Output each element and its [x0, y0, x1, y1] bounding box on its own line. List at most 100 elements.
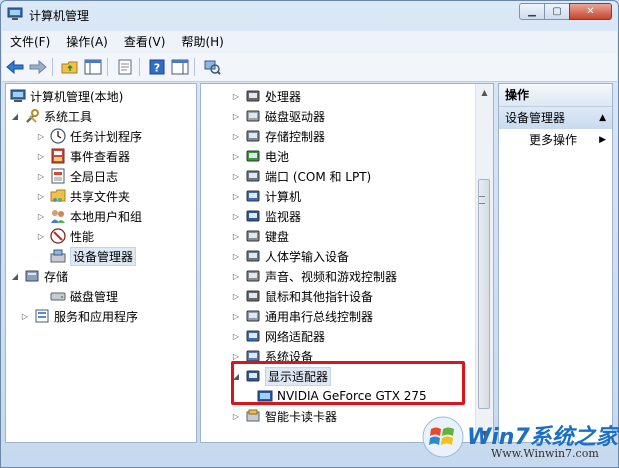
monitor-icon	[246, 210, 260, 222]
expand-triangle-icon[interactable]: ▷	[231, 151, 241, 161]
tree-item-disk-management[interactable]: 磁盘管理	[50, 286, 118, 306]
computer-icon	[246, 190, 260, 202]
device-category-label: 电池	[265, 149, 290, 164]
action-device-manager[interactable]: 设备管理器 ▲	[499, 107, 612, 129]
properties-button[interactable]	[115, 57, 135, 77]
menu-view[interactable]: 查看(V)	[116, 31, 174, 53]
expand-triangle-icon[interactable]: ▷	[231, 331, 241, 341]
expand-triangle-icon[interactable]: ▷	[231, 171, 241, 181]
windows-logo-icon	[422, 416, 464, 458]
device-category-item[interactable]: ▷ 系统设备	[231, 346, 313, 366]
back-button[interactable]	[5, 57, 25, 77]
vertical-scrollbar[interactable]: ▲ ▼	[475, 84, 493, 442]
menu-file[interactable]: 文件(F)	[2, 31, 58, 53]
expand-triangle-icon[interactable]: ▷	[36, 231, 46, 241]
computer-management-icon	[7, 7, 23, 20]
expand-triangle-icon[interactable]: ▷	[36, 211, 46, 221]
device-category-item[interactable]: ▷ 智能卡读卡器	[231, 406, 337, 426]
collapse-triangle-icon[interactable]: ◢	[10, 271, 20, 281]
device-category-label: 系统设备	[265, 349, 314, 364]
device-category-item[interactable]: ▷ 通用串行总线控制器	[231, 306, 373, 326]
tree-item-local-users-groups[interactable]: ▷ 本地用户和组	[36, 206, 142, 226]
device-category-item[interactable]: ▷ 键盘	[231, 226, 289, 246]
tree-label: 计算机管理(本地)	[30, 89, 124, 104]
tree-item-system-tools[interactable]: ◢ 系统工具	[10, 106, 92, 126]
close-button[interactable]: ✕	[569, 3, 612, 20]
scan-hardware-icon	[204, 60, 221, 75]
expand-triangle-icon[interactable]: ▷	[231, 311, 241, 321]
device-category-item[interactable]: ▷ 计算机	[231, 186, 301, 206]
expand-triangle-icon[interactable]: ▷	[231, 91, 241, 101]
device-category-item[interactable]: ▷ 存储控制器	[231, 126, 325, 146]
collapse-triangle-icon[interactable]: ◢	[231, 371, 241, 381]
scroll-up-icon[interactable]: ▲	[476, 84, 493, 101]
collapse-up-icon[interactable]: ▲	[599, 107, 606, 129]
tree-item-shared-folders[interactable]: ▷ 共享文件夹	[36, 186, 130, 206]
device-category-item[interactable]: ▷ 网络适配器	[231, 326, 325, 346]
tree-item-task-scheduler[interactable]: ▷ 任务计划程序	[36, 126, 142, 146]
device-category-item[interactable]: ◢ 显示适配器	[231, 366, 332, 386]
expand-triangle-icon[interactable]: ▷	[231, 291, 241, 301]
device-category-label: 存储控制器	[265, 129, 326, 144]
collapse-triangle-icon[interactable]: ◢	[10, 111, 20, 121]
tree-item-performance[interactable]: ▷ 性能	[36, 226, 94, 246]
expand-triangle-icon[interactable]: ▷	[20, 311, 30, 321]
users-icon	[51, 210, 65, 223]
back-arrow-icon	[6, 60, 24, 74]
device-category-item[interactable]: ▷ 人体学输入设备	[231, 246, 349, 266]
usb-icon	[246, 310, 260, 322]
device-category-item[interactable]: ▷ 电池	[231, 146, 289, 166]
scrollbar-thumb[interactable]	[478, 179, 490, 409]
expand-triangle-icon[interactable]: ▷	[36, 131, 46, 141]
toolbar-separator	[52, 58, 53, 76]
expand-triangle-icon[interactable]: ▷	[231, 351, 241, 361]
show-console-tree-button[interactable]	[83, 57, 103, 77]
help-button[interactable]: ?	[147, 57, 167, 77]
submenu-arrow-icon: ▶	[599, 135, 606, 145]
display-adapter-device[interactable]: NVIDIA GeForce GTX 275	[257, 386, 427, 406]
expand-triangle-icon[interactable]: ▷	[36, 171, 46, 181]
action-more-actions[interactable]: 更多操作 ▶	[499, 129, 612, 151]
event-viewer-icon	[51, 148, 65, 164]
expand-triangle-icon[interactable]: ▷	[231, 271, 241, 281]
expand-triangle-icon[interactable]: ▷	[231, 251, 241, 261]
computer-management-icon	[10, 89, 26, 102]
system-tools-icon	[26, 109, 39, 123]
expand-triangle-icon[interactable]: ▷	[36, 151, 46, 161]
device-category-item[interactable]: ▷ 磁盘驱动器	[231, 106, 325, 126]
device-category-item[interactable]: ▷ 鼠标和其他指针设备	[231, 286, 373, 306]
device-category-item[interactable]: ▷ 处理器	[231, 86, 301, 106]
expand-triangle-icon[interactable]: ▷	[231, 211, 241, 221]
tree-item-global-logs[interactable]: ▷ 全局日志	[36, 166, 118, 186]
up-level-button[interactable]	[60, 57, 80, 77]
expand-triangle-icon[interactable]: ▷	[231, 411, 241, 421]
forward-button[interactable]	[28, 57, 48, 77]
expand-triangle-icon[interactable]: ▷	[231, 131, 241, 141]
tree-item-computer-management[interactable]: 计算机管理(本地)	[10, 86, 123, 106]
expand-triangle-icon[interactable]: ▷	[231, 231, 241, 241]
sound-icon	[246, 270, 260, 282]
tree-item-event-viewer[interactable]: ▷ 事件查看器	[36, 146, 130, 166]
expand-triangle-icon[interactable]: ▷	[231, 111, 241, 121]
watermark: Win7系统之家 Www.Winwin7.com	[421, 409, 618, 465]
tree-item-storage[interactable]: ◢ 存储	[10, 266, 68, 286]
device-category-label: 鼠标和其他指针设备	[265, 289, 374, 304]
menu-help[interactable]: 帮助(H)	[173, 31, 231, 53]
title-bar[interactable]: 计算机管理 ▁ ▢ ✕	[1, 1, 618, 29]
menu-action[interactable]: 操作(A)	[58, 31, 116, 53]
device-category-item[interactable]: ▷ 声音、视频和游戏控制器	[231, 266, 397, 286]
keyboard-icon	[246, 230, 260, 242]
network-adapter-icon	[246, 330, 260, 342]
tree-item-device-manager[interactable]: 设备管理器	[50, 246, 137, 266]
device-category-item[interactable]: ▷ 端口 (COM 和 LPT)	[231, 166, 371, 186]
expand-triangle-icon[interactable]: ▷	[36, 191, 46, 201]
mouse-icon	[246, 290, 260, 302]
maximize-button[interactable]: ▢	[544, 3, 570, 20]
scan-hardware-button[interactable]	[202, 57, 222, 77]
minimize-button[interactable]: ▁	[519, 3, 545, 20]
tree-label: 系统工具	[44, 109, 93, 124]
show-hide-action-pane-button[interactable]	[170, 57, 190, 77]
device-category-item[interactable]: ▷ 监视器	[231, 206, 301, 226]
expand-triangle-icon[interactable]: ▷	[231, 191, 241, 201]
tree-item-services-applications[interactable]: ▷ 服务和应用程序	[20, 306, 138, 326]
